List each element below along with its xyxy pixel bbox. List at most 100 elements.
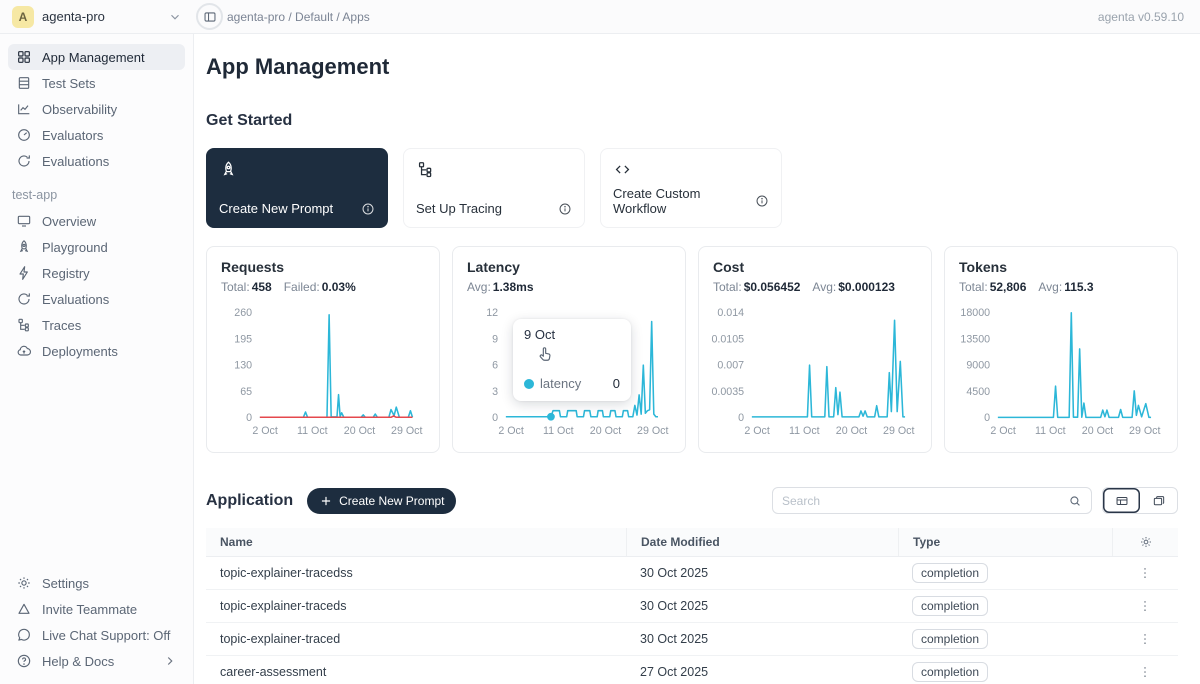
sidebar-toggle-button[interactable] xyxy=(196,3,223,30)
tree-icon xyxy=(416,160,572,179)
app-date: 30 Oct 2025 xyxy=(626,632,898,646)
svg-text:29 Oct: 29 Oct xyxy=(637,425,668,437)
info-icon[interactable] xyxy=(361,202,375,216)
search-icon[interactable] xyxy=(1068,494,1082,508)
app-name: topic-explainer-tracedss xyxy=(206,566,626,580)
sidebar-item-help-docs[interactable]: Help & Docs xyxy=(8,648,185,674)
svg-text:0: 0 xyxy=(984,412,990,424)
svg-text:9: 9 xyxy=(492,333,498,345)
svg-text:3: 3 xyxy=(492,386,498,398)
lightning-icon xyxy=(16,265,32,281)
info-icon[interactable] xyxy=(558,202,572,216)
sidebar-item-registry[interactable]: Registry xyxy=(8,260,185,286)
tooltip-value: 0 xyxy=(613,376,620,391)
row-menu-button[interactable] xyxy=(1112,632,1178,646)
cost-chart[interactable]: 0.0140.01050.0070.003502 Oct11 Oct20 Oct… xyxy=(713,302,917,442)
cloud-icon xyxy=(16,343,32,359)
chart-title: Latency xyxy=(467,259,671,275)
create-new-prompt-button[interactable]: Create New Prompt xyxy=(307,488,456,514)
table-row[interactable]: topic-explainer-traceds 30 Oct 2025 comp… xyxy=(206,590,1178,623)
app-name: topic-explainer-traceds xyxy=(206,599,626,613)
svg-text:20 Oct: 20 Oct xyxy=(836,425,867,437)
stat-avg: Avg:1.38ms xyxy=(467,280,534,294)
header-type[interactable]: Type xyxy=(898,528,1112,556)
column-settings-button[interactable] xyxy=(1112,528,1178,556)
sidebar-item-app-management[interactable]: App Management xyxy=(8,44,185,70)
set-up-tracing-card[interactable]: Set Up Tracing xyxy=(403,148,585,228)
type-badge: completion xyxy=(912,629,988,649)
requests-chart[interactable]: 2601951306502 Oct11 Oct20 Oct29 Oct xyxy=(221,302,425,442)
refresh-icon xyxy=(16,291,32,307)
table-row[interactable]: career-assessment 27 Oct 2025 completion xyxy=(206,656,1178,684)
get-started-cards: Create New Prompt Set Up Tracing Create … xyxy=(206,148,1178,228)
tooltip-series: latency xyxy=(540,376,581,391)
row-menu-button[interactable] xyxy=(1112,665,1178,679)
svg-text:6: 6 xyxy=(492,360,498,372)
chevron-right-icon xyxy=(163,654,177,668)
svg-text:11 Oct: 11 Oct xyxy=(789,425,820,437)
header-name[interactable]: Name xyxy=(206,528,626,556)
svg-text:2 Oct: 2 Oct xyxy=(990,425,1016,437)
sidebar-item-evaluators[interactable]: Evaluators xyxy=(8,122,185,148)
table-row[interactable]: topic-explainer-traced 30 Oct 2025 compl… xyxy=(206,623,1178,656)
svg-text:130: 130 xyxy=(234,360,252,372)
tokens-chart[interactable]: 18000135009000450002 Oct11 Oct20 Oct29 O… xyxy=(959,302,1163,442)
sidebar-item-test-sets[interactable]: Test Sets xyxy=(8,70,185,96)
sidebar-item-deployments[interactable]: Deployments xyxy=(8,338,185,364)
create-new-prompt-card[interactable]: Create New Prompt xyxy=(206,148,388,228)
card-label: Create Custom Workflow xyxy=(613,186,755,216)
breadcrumb[interactable]: agenta-pro / Default / Apps xyxy=(227,10,370,24)
svg-text:12: 12 xyxy=(486,307,498,319)
help-icon xyxy=(16,653,32,669)
create-custom-workflow-card[interactable]: Create Custom Workflow xyxy=(600,148,782,228)
svg-text:260: 260 xyxy=(234,307,252,319)
metrics-cards: Requests Total:458 Failed:0.03% 26019513… xyxy=(206,246,1178,453)
sidebar-item-settings[interactable]: Settings xyxy=(8,570,185,596)
svg-text:0: 0 xyxy=(246,412,252,424)
sidebar-item-traces[interactable]: Traces xyxy=(8,312,185,338)
button-label: Create New Prompt xyxy=(339,494,444,508)
apps-table: Name Date Modified Type topic-explainer-… xyxy=(206,528,1178,684)
card-view-button[interactable] xyxy=(1140,488,1177,513)
search-input[interactable] xyxy=(782,494,1062,508)
svg-text:195: 195 xyxy=(234,333,252,345)
table-row[interactable]: topic-explainer-tracedss 30 Oct 2025 com… xyxy=(206,557,1178,590)
code-icon xyxy=(613,160,769,179)
sidebar-item-invite-teammate[interactable]: Invite Teammate xyxy=(8,596,185,622)
sidebar-item-label: Registry xyxy=(42,266,90,281)
sidebar-item-label: Overview xyxy=(42,214,96,229)
sidebar-item-label: Evaluations xyxy=(42,154,109,169)
sidebar-item-label: Evaluations xyxy=(42,292,109,307)
workspace-name: agenta-pro xyxy=(42,9,105,24)
svg-text:4500: 4500 xyxy=(966,386,990,398)
table-view-button[interactable] xyxy=(1103,488,1140,513)
row-menu-button[interactable] xyxy=(1112,599,1178,613)
header-date-modified[interactable]: Date Modified xyxy=(626,528,898,556)
svg-text:65: 65 xyxy=(240,386,252,398)
sidebar-item-playground[interactable]: Playground xyxy=(8,234,185,260)
svg-text:2 Oct: 2 Oct xyxy=(744,425,770,437)
app-date: 30 Oct 2025 xyxy=(626,566,898,580)
sidebar-item-app-evaluations[interactable]: Evaluations xyxy=(8,286,185,312)
sidebar-item-observability[interactable]: Observability xyxy=(8,96,185,122)
test-sets-icon xyxy=(16,75,32,91)
grid-icon xyxy=(16,49,32,65)
sidebar-item-label: Help & Docs xyxy=(42,654,114,669)
stat-total: Total:458 xyxy=(221,280,272,294)
chart-title: Cost xyxy=(713,259,917,275)
workspace-selector[interactable]: A agenta-pro xyxy=(0,6,194,28)
stat-failed: Failed:0.03% xyxy=(284,280,356,294)
sidebar-item-live-chat[interactable]: Live Chat Support: Off xyxy=(8,622,185,648)
sidebar-item-overview[interactable]: Overview xyxy=(8,208,185,234)
tree-icon xyxy=(16,317,32,333)
hand-cursor-icon xyxy=(535,345,555,365)
triangle-icon xyxy=(16,601,32,617)
tooltip-row: latency 0 xyxy=(524,376,620,391)
app-name: career-assessment xyxy=(206,665,626,679)
row-menu-button[interactable] xyxy=(1112,566,1178,580)
rocket-icon xyxy=(16,239,32,255)
sidebar-item-evaluations[interactable]: Evaluations xyxy=(8,148,185,174)
stat-avg: Avg:115.3 xyxy=(1038,280,1093,294)
page-title: App Management xyxy=(206,54,1178,80)
info-icon[interactable] xyxy=(755,194,769,208)
